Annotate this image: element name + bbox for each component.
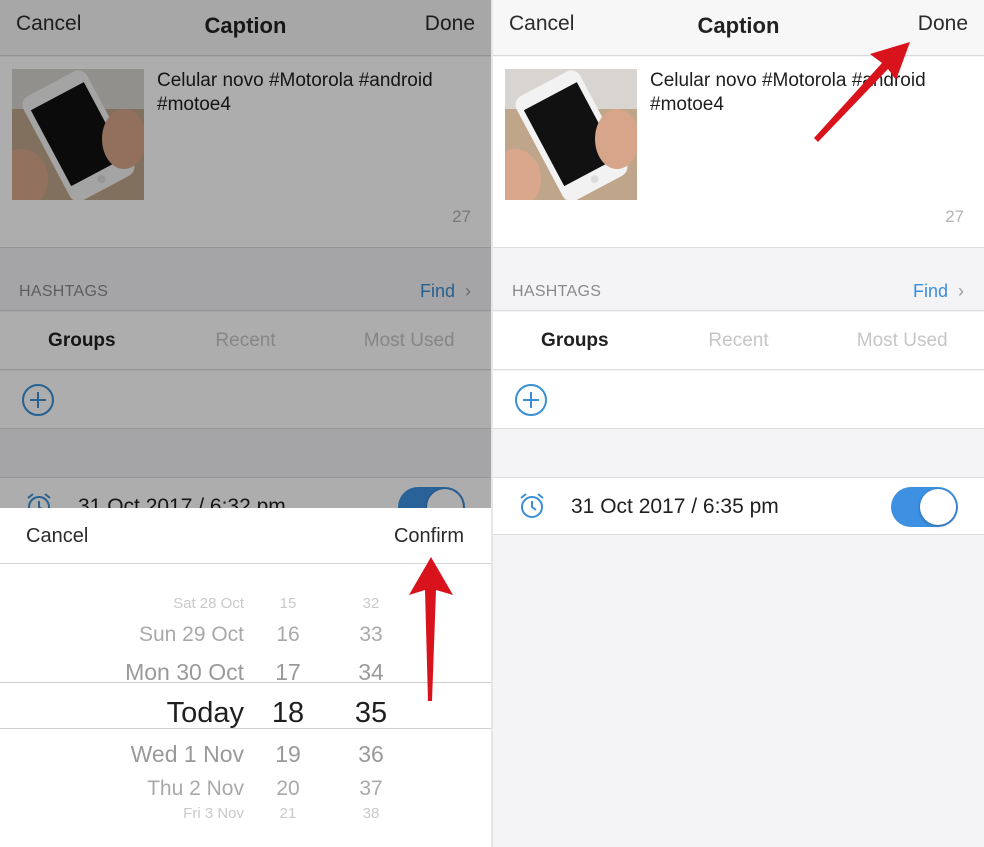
picker-hour-item[interactable]: 15 <box>258 595 318 612</box>
selection-line-bottom <box>0 728 491 729</box>
tab-recent[interactable]: Recent <box>657 312 821 369</box>
find-label: Find <box>912 281 948 301</box>
picker-cancel-button[interactable]: Cancel <box>26 525 88 548</box>
picker-hour-item[interactable]: 19 <box>258 741 318 768</box>
picker-minute-item[interactable]: 38 <box>341 805 401 822</box>
picker-hour-item[interactable]: 16 <box>258 623 318 647</box>
picker-date-item[interactable]: Sun 29 Oct <box>139 623 244 647</box>
hashtags-section-header: HASHTAGS Find › <box>493 249 984 311</box>
picker-minute-item[interactable]: 37 <box>341 777 401 801</box>
picker-hour-item[interactable]: 21 <box>258 805 318 822</box>
picker-date-item[interactable]: Fri 3 Nov <box>183 805 244 822</box>
date-time-picker[interactable]: Sat 28 Oct Sun 29 Oct Mon 30 Oct Today Wed 1… <box>0 565 491 847</box>
picker-hour-item[interactable]: 18 <box>258 697 318 730</box>
nav-bar: Cancel Caption Done <box>493 0 984 56</box>
find-hashtags-link[interactable]: Find › <box>913 281 964 302</box>
selection-line-top <box>0 682 491 683</box>
right-screen-caption: Cancel Caption Done Celular novo #Motoro… <box>493 0 984 847</box>
picker-hour-item[interactable]: 20 <box>258 777 318 801</box>
picker-minute-item[interactable]: 33 <box>341 623 401 647</box>
add-group-row <box>493 371 984 429</box>
picker-minute-item[interactable]: 35 <box>341 697 401 730</box>
schedule-datetime[interactable]: 31 Oct 2017 / 6:35 pm <box>571 495 779 519</box>
tab-most-used[interactable]: Most Used <box>820 312 984 369</box>
page-title: Caption <box>697 13 780 38</box>
picker-date-item[interactable]: Sat 28 Oct <box>173 595 244 612</box>
schedule-toggle[interactable] <box>891 487 958 527</box>
chevron-right-icon: › <box>958 281 964 301</box>
picker-date-item[interactable]: Today <box>167 697 244 730</box>
character-count: 27 <box>945 207 964 226</box>
alarm-clock-icon <box>520 493 544 518</box>
picker-confirm-button[interactable]: Confirm <box>394 525 464 548</box>
post-thumbnail <box>505 69 637 200</box>
caption-editor[interactable]: Celular novo #Motorola #android #motoe4 … <box>493 57 984 248</box>
left-screen-date-picker: Cancel Caption Done Celular novo #Motoro… <box>0 0 491 847</box>
picker-toolbar: Cancel Confirm <box>0 508 491 564</box>
done-button[interactable]: Done <box>918 12 968 36</box>
hashtags-label: HASHTAGS <box>512 283 602 300</box>
plus-circle-icon[interactable] <box>514 383 548 417</box>
toggle-knob <box>920 489 956 525</box>
caption-text[interactable]: Celular novo #Motorola #android #motoe4 <box>650 69 970 117</box>
schedule-row: 31 Oct 2017 / 6:35 pm <box>493 477 984 535</box>
picker-date-item[interactable]: Mon 30 Oct <box>125 659 244 686</box>
picker-minute-item[interactable]: 32 <box>341 595 401 612</box>
picker-minute-item[interactable]: 36 <box>341 741 401 768</box>
tab-groups[interactable]: Groups <box>493 312 657 369</box>
picker-date-item[interactable]: Thu 2 Nov <box>147 777 244 801</box>
picker-minute-item[interactable]: 34 <box>341 659 401 686</box>
date-picker-sheet: Cancel Confirm Sat 28 Oct Sun 29 Oct Mon 3… <box>0 508 491 847</box>
picker-date-item[interactable]: Wed 1 Nov <box>131 741 244 768</box>
picker-hour-item[interactable]: 17 <box>258 659 318 686</box>
hashtag-tabs: Groups Recent Most Used <box>493 312 984 370</box>
